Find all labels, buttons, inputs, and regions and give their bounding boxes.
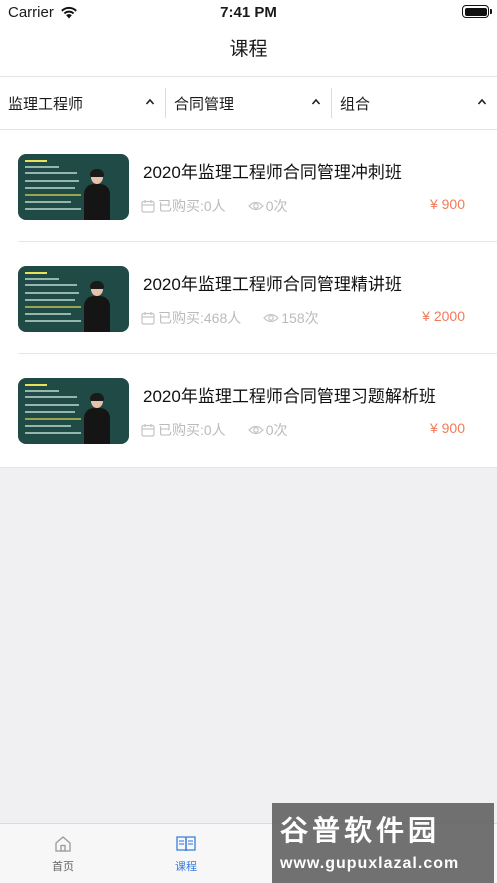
watermark: 谷普软件园 www.gupuxlazal.com xyxy=(272,803,494,883)
course-meta: 已购买:468人 158次 xyxy=(140,308,319,328)
page-title: 课程 xyxy=(229,39,268,60)
course-item[interactable]: 2020年监理工程师合同管理冲刺班 已购买:0人 0次 ¥ 900 xyxy=(0,130,497,242)
course-thumbnail xyxy=(18,266,129,332)
navigation-bar: 课程 xyxy=(0,26,497,76)
course-meta: 已购买:0人 0次 xyxy=(140,420,287,440)
course-meta: 已购买:0人 0次 xyxy=(140,196,287,216)
filter-exam-label: 监理工程师 xyxy=(8,95,84,113)
purchase-count: 已购买:0人 xyxy=(158,422,226,438)
tab-home-label: 首页 xyxy=(52,861,74,873)
course-item[interactable]: 2020年监理工程师合同管理精讲班 已购买:468人 158次 ¥ 2000 xyxy=(0,242,497,354)
course-price: ¥ 900 xyxy=(429,420,465,436)
course-title: 2020年监理工程师合同管理冲刺班 xyxy=(143,163,402,182)
view-count: 0次 xyxy=(265,198,288,214)
course-price: ¥ 900 xyxy=(429,196,465,212)
course-title: 2020年监理工程师合同管理精讲班 xyxy=(143,275,402,294)
course-item[interactable]: 2020年监理工程师合同管理习题解析班 已购买:0人 0次 ¥ 900 xyxy=(0,354,497,466)
home-icon xyxy=(55,836,71,852)
course-thumbnail xyxy=(18,378,129,444)
filter-type[interactable]: 组合 xyxy=(331,88,497,118)
tab-courses[interactable]: 课程 xyxy=(156,834,216,874)
course-thumbnail xyxy=(18,154,129,220)
clock: 7:41 PM xyxy=(220,4,277,21)
filter-bar: 监理工程师 合同管理 组合 xyxy=(0,76,497,130)
watermark-url: www.gupuxlazal.com xyxy=(280,855,460,872)
calendar-icon xyxy=(141,200,155,213)
book-icon xyxy=(176,836,196,852)
calendar-icon xyxy=(141,424,155,437)
filter-exam[interactable]: 监理工程师 xyxy=(0,88,165,118)
course-title: 2020年监理工程师合同管理习题解析班 xyxy=(143,387,436,406)
status-bar: Carrier 7:41 PM xyxy=(0,0,497,26)
eye-icon xyxy=(247,425,264,435)
filter-subject-label: 合同管理 xyxy=(174,95,235,113)
filter-subject[interactable]: 合同管理 xyxy=(165,88,331,118)
calendar-icon xyxy=(141,312,155,325)
course-price: ¥ 2000 xyxy=(422,308,465,324)
purchase-count: 已购买:468人 xyxy=(158,310,242,326)
chevron-up-icon xyxy=(477,98,487,105)
chevron-up-icon xyxy=(311,98,321,105)
purchase-count: 已购买:0人 xyxy=(158,198,226,214)
chevron-up-icon xyxy=(145,98,155,105)
eye-icon xyxy=(263,313,280,323)
eye-icon xyxy=(247,201,264,211)
view-count: 158次 xyxy=(281,310,319,326)
view-count: 0次 xyxy=(265,422,288,438)
filter-type-label: 组合 xyxy=(340,95,371,113)
tab-home[interactable]: 首页 xyxy=(33,834,93,874)
watermark-text: 谷普软件园 xyxy=(280,815,441,846)
tab-courses-label: 课程 xyxy=(175,861,197,873)
battery-icon xyxy=(462,5,492,18)
course-list: 2020年监理工程师合同管理冲刺班 已购买:0人 0次 ¥ 900 2020年监… xyxy=(0,130,497,468)
